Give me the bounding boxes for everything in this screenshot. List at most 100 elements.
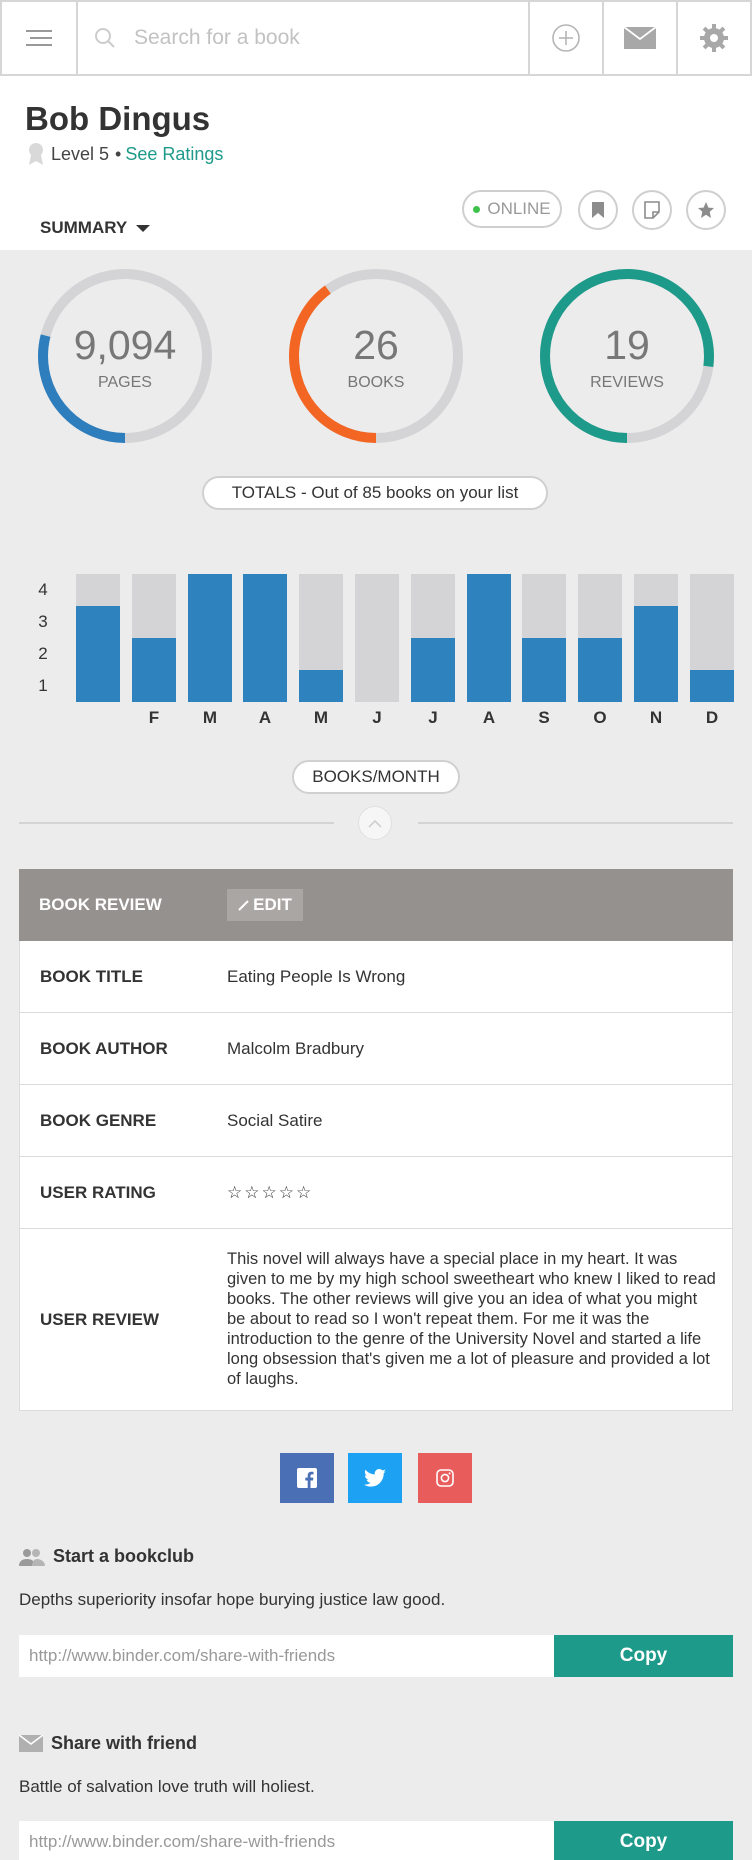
settings-button[interactable] — [678, 2, 750, 74]
user-name: Bob Dingus — [25, 100, 211, 137]
add-book-button[interactable] — [530, 2, 604, 74]
bar — [411, 638, 455, 702]
section-divider-right — [418, 822, 733, 824]
hamburger-menu-icon — [26, 30, 52, 46]
x-tick-label: S — [538, 708, 550, 727]
caret-down-icon — [136, 225, 151, 232]
plus-circle-icon — [552, 24, 580, 52]
search-icon — [95, 28, 115, 48]
x-tick-label: M — [202, 708, 218, 727]
chevron-up-icon — [368, 819, 382, 828]
level-text: Level 5 — [51, 143, 110, 164]
share-friend-heading: Share with friend — [19, 1733, 197, 1754]
bar — [243, 574, 287, 702]
facebook-icon — [297, 1468, 317, 1488]
x-tick-label: N — [649, 708, 663, 727]
online-status-text: ONLINE — [487, 199, 551, 218]
bar — [467, 574, 511, 702]
table-row-book-genre: BOOK GENRE Social Satire — [19, 1085, 733, 1157]
table-row-book-title: BOOK TITLE Eating People Is Wrong — [19, 941, 733, 1013]
top-bar — [0, 0, 752, 76]
x-tick-label: A — [258, 708, 272, 727]
envelope-icon — [624, 27, 656, 49]
row-key: BOOK GENRE — [40, 1110, 157, 1130]
gear-icon — [700, 24, 728, 52]
twitter-icon — [364, 1469, 386, 1487]
award-ribbon-icon — [29, 143, 43, 165]
bar — [299, 670, 343, 702]
bookmark-button[interactable] — [578, 190, 618, 230]
bar — [76, 606, 120, 702]
search-bar — [78, 2, 530, 74]
pages-gauge: 9,094 PAGES — [35, 266, 215, 446]
x-tick-label: F — [148, 708, 160, 727]
share-friend-link-input[interactable] — [19, 1821, 554, 1860]
messages-button[interactable] — [604, 2, 678, 74]
summary-dropdown[interactable]: SUMMARY — [40, 218, 151, 238]
section-divider-left — [19, 822, 334, 824]
share-friend-description: Battle of salvation love truth will holi… — [19, 1777, 315, 1796]
table-row-user-rating: USER RATING ☆☆☆☆☆ — [19, 1157, 733, 1229]
books-label: BOOKS — [347, 374, 405, 391]
note-icon — [644, 201, 660, 219]
user-review-text: This novel will always have a special pl… — [227, 1250, 716, 1388]
instagram-icon — [436, 1469, 454, 1487]
share-friend-copy-button[interactable]: Copy — [554, 1821, 733, 1860]
y-tick-label: 4 — [38, 580, 48, 599]
book-title-value: Eating People Is Wrong — [227, 966, 406, 986]
search-input[interactable] — [134, 26, 494, 50]
profile-header: Bob Dingus Level 5 • See Ratings SUMMARY… — [0, 76, 752, 250]
envelope-icon — [19, 1735, 43, 1752]
row-key: USER REVIEW — [40, 1309, 160, 1329]
x-tick-label: D — [705, 708, 719, 727]
books-gauge: 26 BOOKS — [286, 266, 466, 446]
table-row-user-review: USER REVIEW This novel will always have … — [19, 1229, 733, 1411]
online-status-badge: ONLINE — [462, 190, 562, 228]
bar — [634, 606, 678, 702]
book-review-title: BOOK REVIEW — [39, 895, 162, 914]
pages-count: 9,094 — [73, 322, 177, 368]
book-review-header: BOOK REVIEW EDIT — [19, 869, 733, 941]
y-tick-label: 3 — [38, 612, 48, 631]
bullet-separator: • — [115, 143, 122, 164]
book-genre-value: Social Satire — [227, 1110, 323, 1130]
x-tick-label: J — [372, 708, 382, 727]
x-tick-label: A — [482, 708, 496, 727]
x-tick-label: J — [428, 708, 438, 727]
row-key: USER RATING — [40, 1182, 156, 1202]
reviews-label: REVIEWS — [590, 374, 664, 391]
bookclub-title: Start a bookclub — [53, 1546, 195, 1566]
books-count: 26 — [353, 322, 399, 368]
menu-button[interactable] — [2, 2, 78, 74]
bar — [578, 638, 622, 702]
star-rating[interactable]: ☆☆☆☆☆ — [227, 1157, 313, 1228]
summary-label: SUMMARY — [40, 218, 128, 237]
bookclub-copy-button[interactable]: Copy — [554, 1635, 733, 1677]
users-group-icon — [19, 1548, 45, 1566]
twitter-share-button[interactable] — [348, 1453, 402, 1503]
bar — [132, 638, 176, 702]
see-ratings-link[interactable]: See Ratings — [125, 144, 223, 165]
edit-review-button[interactable]: EDIT — [227, 889, 303, 921]
y-tick-label: 2 — [38, 644, 48, 663]
favorite-button[interactable] — [686, 190, 726, 230]
star-icon — [698, 202, 714, 218]
x-tick-label: O — [593, 708, 607, 727]
share-friend-title: Share with friend — [51, 1733, 198, 1753]
y-tick-label: 1 — [38, 676, 48, 695]
row-key: BOOK AUTHOR — [40, 1038, 168, 1058]
book-review-table: BOOK REVIEW EDIT BOOK TITLE Eating Peopl… — [19, 869, 733, 1411]
facebook-share-button[interactable] — [280, 1453, 334, 1503]
x-tick-label: M — [313, 708, 329, 727]
instagram-share-button[interactable] — [418, 1453, 472, 1503]
edit-label: EDIT — [253, 895, 292, 914]
bar-background — [355, 574, 399, 702]
level-line: Level 5 • See Ratings — [25, 142, 223, 166]
pencil-icon — [238, 900, 249, 911]
reviews-count: 19 — [604, 322, 650, 368]
row-key: BOOK TITLE — [40, 966, 143, 986]
collapse-button[interactable] — [358, 806, 392, 840]
bookclub-link-input[interactable] — [19, 1635, 554, 1677]
bar — [188, 574, 232, 702]
note-button[interactable] — [632, 190, 672, 230]
